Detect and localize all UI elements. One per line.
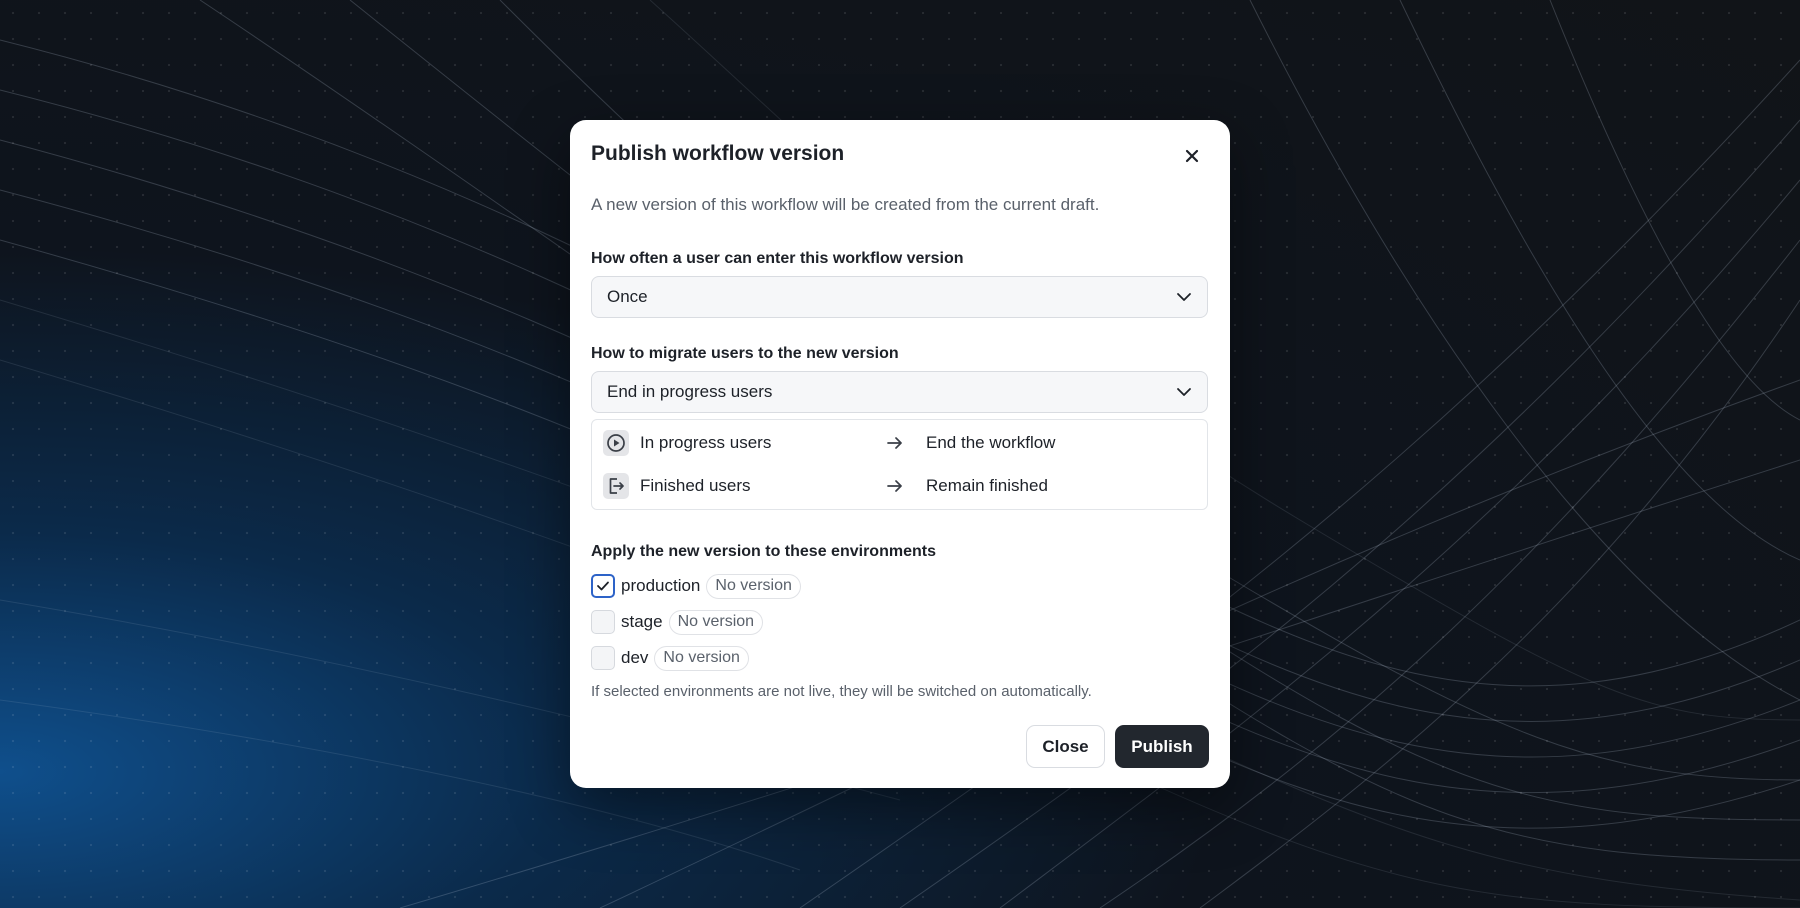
close-icon[interactable] [1182,146,1202,166]
migration-row: Finished users Remain finished [592,468,1207,504]
exit-icon [603,473,629,499]
stage-checkbox[interactable] [591,610,615,634]
environments-note: If selected environments are not live, t… [591,683,1092,700]
migration-label: How to migrate users to the new version [591,345,899,362]
environment-name: stage [621,612,663,631]
environment-dev: dev No version [591,645,749,671]
close-button[interactable]: Close [1026,725,1105,768]
migration-to: Remain finished [926,476,1048,495]
frequency-label: How often a user can enter this workflow… [591,250,964,267]
version-badge: No version [668,609,764,635]
environment-production: production No version [591,573,801,599]
arrow-right-icon [886,478,904,499]
publish-button[interactable]: Publish [1115,725,1209,768]
environment-name: production [621,576,701,595]
publish-dialog: Publish workflow version A new version o… [570,120,1230,788]
environment-name: dev [621,648,649,667]
frequency-select[interactable]: Once [591,276,1208,318]
migration-from: Finished users [640,476,751,495]
frequency-select-value: Once [607,287,648,306]
migration-to: End the workflow [926,433,1056,452]
production-checkbox[interactable] [591,574,615,598]
chevron-down-icon [1175,383,1193,406]
migration-summary: In progress users End the workflow Finis… [591,419,1208,510]
play-circle-icon [603,430,629,456]
migration-from: In progress users [640,433,772,452]
version-badge: No version [706,573,801,599]
chevron-down-icon [1175,288,1193,311]
version-badge: No version [654,645,749,671]
migration-select-value: End in progress users [607,382,773,401]
migration-select[interactable]: End in progress users [591,371,1208,413]
arrow-right-icon [886,435,904,456]
environments-label: Apply the new version to these environme… [591,543,936,560]
environment-stage: stage No version [591,609,764,635]
migration-row: In progress users End the workflow [592,425,1207,461]
dev-checkbox[interactable] [591,646,615,670]
dialog-description: A new version of this workflow will be c… [591,195,1100,214]
dialog-title: Publish workflow version [591,142,845,165]
